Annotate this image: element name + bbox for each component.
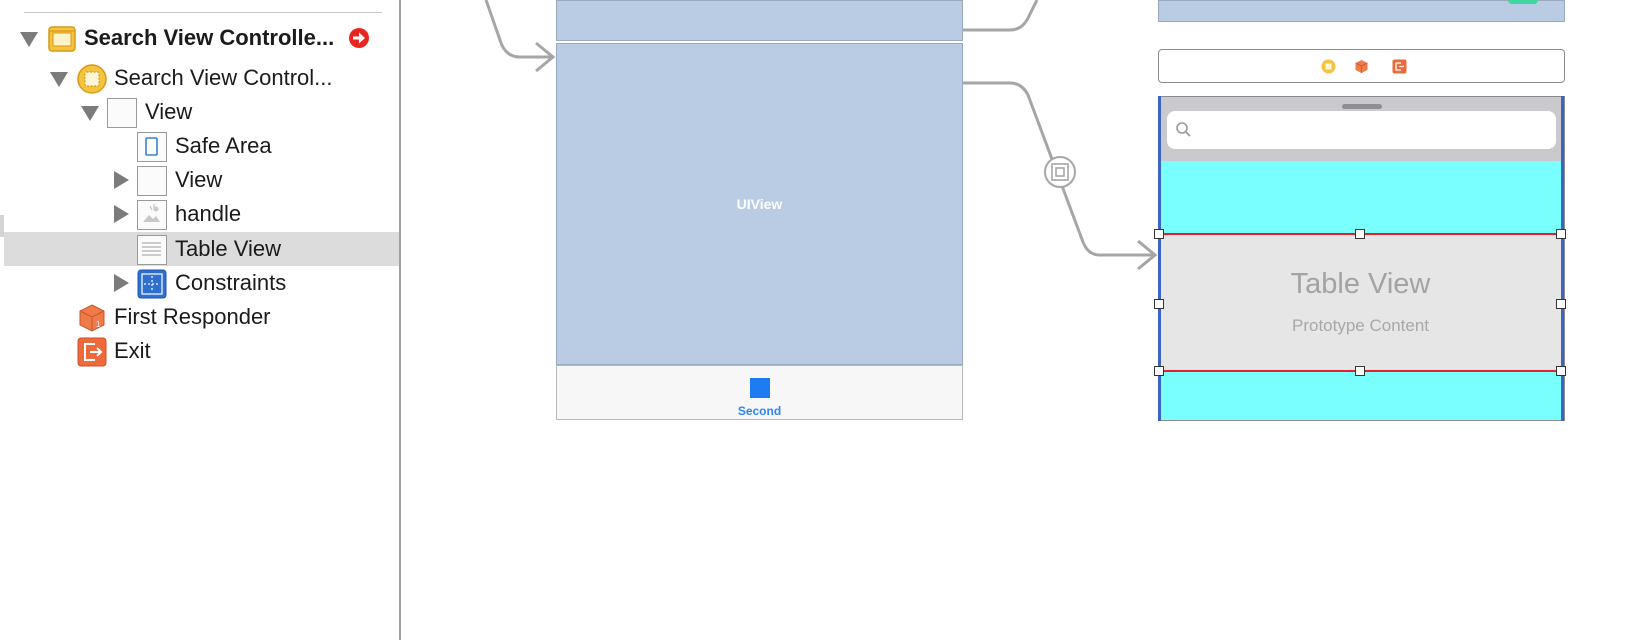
tab-item-square-icon[interactable] (750, 378, 770, 398)
view-controller-dock-icon[interactable] (1321, 59, 1336, 74)
resize-handle-bottom-left[interactable] (1154, 366, 1164, 376)
resize-handle-top-left[interactable] (1154, 229, 1164, 239)
uiview-label: UIView (736, 196, 783, 212)
tab-bar: Second (556, 365, 963, 420)
segue-line (963, 0, 1039, 32)
tab-item-label[interactable]: Second (557, 404, 962, 418)
table-view-title: Table View (1290, 268, 1431, 300)
search-bar[interactable] (1167, 111, 1556, 149)
uiview-panel[interactable]: UIView (556, 43, 963, 365)
resize-handle-left[interactable] (1154, 299, 1164, 309)
search-header (1159, 97, 1564, 161)
resize-handle-bottom-right[interactable] (1556, 366, 1566, 376)
first-responder-dock-icon[interactable] (1354, 59, 1369, 74)
embed-segue-icon[interactable] (1044, 156, 1076, 188)
status-indicator-icon (1508, 0, 1538, 4)
handle-grabber[interactable] (1342, 104, 1382, 109)
table-view-subtitle: Prototype Content (1291, 316, 1430, 335)
table-view[interactable] (1158, 235, 1563, 372)
resize-handle-top-right[interactable] (1556, 229, 1566, 239)
scene-dock (1158, 49, 1565, 83)
resize-handle-right[interactable] (1556, 299, 1566, 309)
resize-handle-bottom[interactable] (1355, 366, 1365, 376)
resize-handle-top[interactable] (1355, 229, 1365, 239)
right-scene-top-panel[interactable] (1158, 0, 1565, 22)
container-panel-top[interactable] (556, 0, 963, 41)
search-icon (1176, 122, 1191, 137)
exit-dock-icon[interactable] (1392, 59, 1407, 74)
